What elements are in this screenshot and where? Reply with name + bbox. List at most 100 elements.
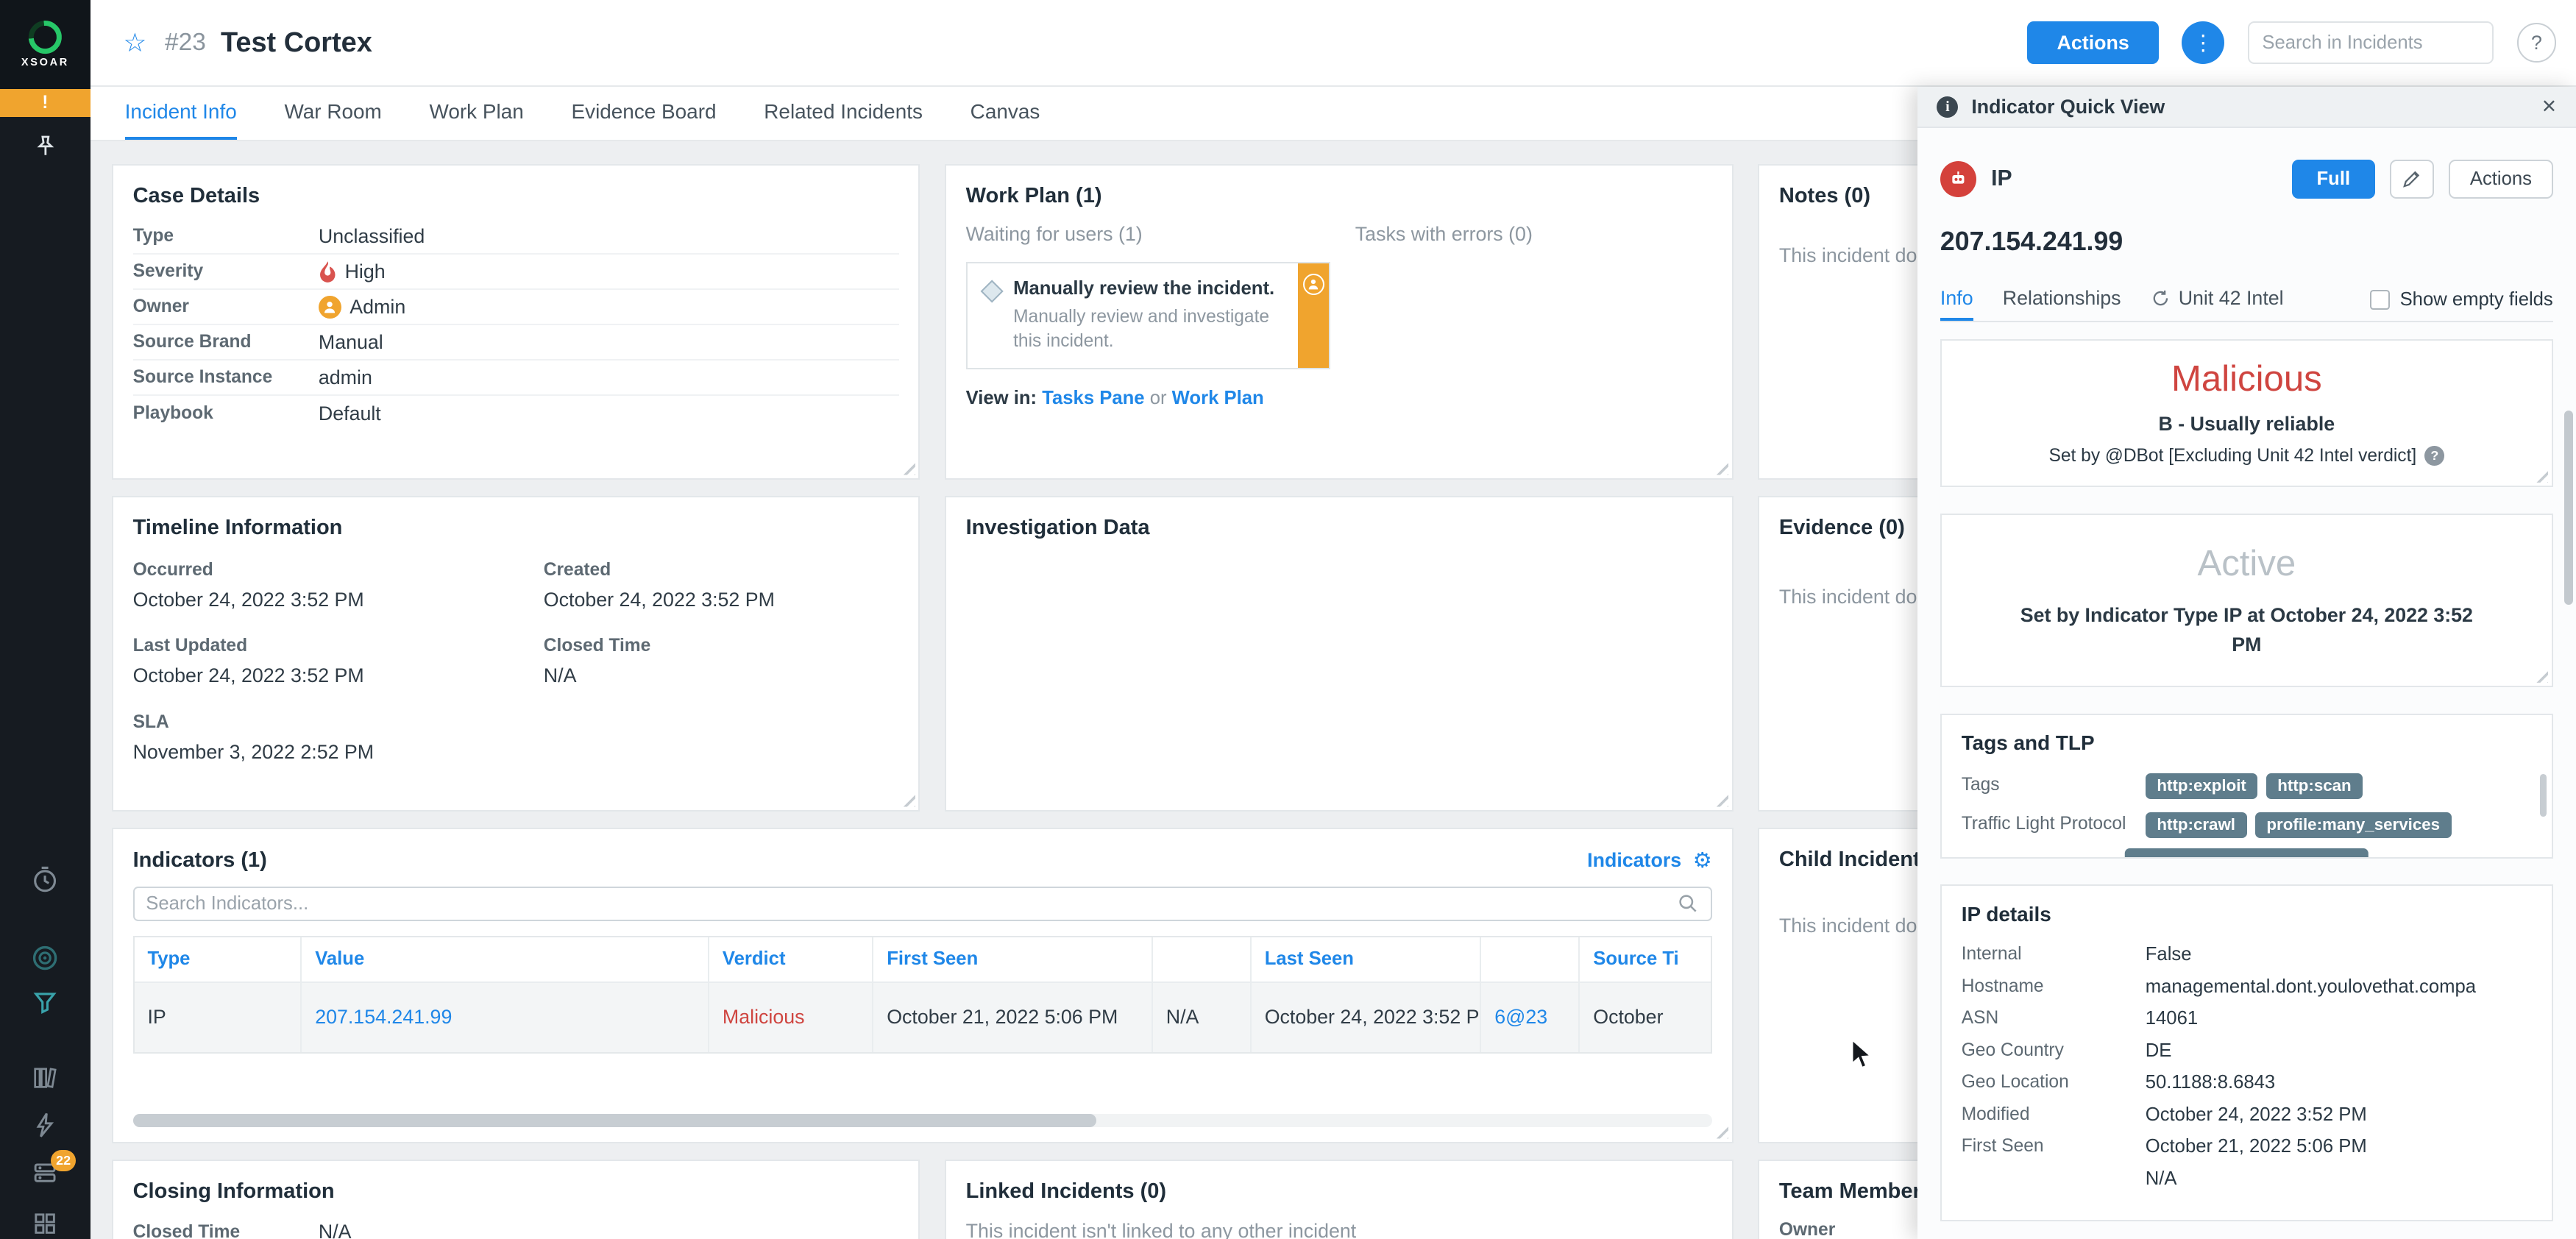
field-label: Hostname: [1961, 976, 2044, 996]
field-label: Severity: [132, 261, 204, 282]
filter-icon[interactable]: [0, 987, 91, 1017]
tab-relationships[interactable]: Relationships: [2003, 278, 2121, 321]
card-title: Case Details: [132, 183, 260, 207]
resize-handle[interactable]: [1711, 1122, 1729, 1139]
resize-handle[interactable]: [1711, 790, 1729, 807]
more-menu-button[interactable]: ⋮: [2182, 21, 2225, 65]
tasks-pane-link[interactable]: Tasks Pane: [1042, 388, 1144, 408]
indicator-actions-button[interactable]: Actions: [2449, 159, 2553, 199]
tags-label: Tags: [1961, 775, 2000, 795]
indicator-value-link: 207.154.241.99: [302, 981, 710, 1052]
field-value: 14061: [2145, 1008, 2199, 1029]
incidents-search-input[interactable]: [2262, 32, 2480, 54]
tab-canvas[interactable]: Canvas: [971, 87, 1040, 140]
field-value: October 24, 2022 3:52 PM: [132, 664, 364, 687]
or-text: or: [1149, 387, 1167, 408]
resize-handle[interactable]: [2532, 666, 2549, 683]
detail-row: Geo Country DE: [1962, 1040, 2532, 1062]
waiting-for-users-label: Waiting for users (1): [965, 222, 1143, 245]
verdict-card: Malicious B - Usually reliable Set by @D…: [1940, 338, 2553, 488]
timeline-field: Created October 24, 2022 3:52 PM: [544, 560, 899, 611]
tag-badge[interactable]: http:crawl: [2145, 812, 2247, 838]
full-button[interactable]: Full: [2292, 159, 2375, 199]
indicators-card: Indicators (1) Indicators ⚙ Type Value V…: [111, 828, 1734, 1143]
panel-scrollbar-thumb[interactable]: [2564, 411, 2573, 605]
help-tooltip-icon[interactable]: ?: [2424, 446, 2445, 466]
resize-handle[interactable]: [898, 458, 915, 475]
column-header-source[interactable]: Source Ti: [1580, 937, 1710, 981]
scrollbar-thumb[interactable]: [132, 1114, 1096, 1127]
xsoar-logo[interactable]: XSOAR: [0, 0, 91, 89]
actions-button[interactable]: Actions: [2027, 21, 2159, 65]
task-card[interactable]: Manually review the incident. Manually r…: [965, 262, 1331, 370]
work-plan-link[interactable]: Work Plan: [1172, 388, 1264, 408]
tlp-label: Traffic Light Protocol: [1961, 813, 2126, 834]
indicator-type-cell: IP: [134, 981, 302, 1052]
alert-banner[interactable]: !: [0, 88, 91, 117]
field-row: Severity High: [132, 255, 899, 291]
column-header-first-seen[interactable]: First Seen: [873, 937, 1153, 981]
tab-incident-info[interactable]: Incident Info: [124, 87, 237, 140]
expiration-cell: N/A: [1152, 981, 1252, 1052]
column-header-value[interactable]: Value: [302, 937, 710, 981]
related-incident-link: 6@23: [1481, 981, 1580, 1052]
column-header-last-seen[interactable]: Last Seen: [1252, 937, 1482, 981]
search-icon: [1679, 894, 1697, 912]
edit-button[interactable]: [2389, 159, 2434, 199]
card-title: Indicators (1): [132, 848, 267, 872]
info-icon: i: [1937, 96, 1959, 118]
timer-icon[interactable]: [0, 865, 91, 894]
table-header-row: Type Value Verdict First Seen Last Seen …: [135, 937, 1711, 981]
tag-badge[interactable]: http:exploit: [2145, 773, 2258, 799]
automation-bolt-icon[interactable]: [0, 1110, 91, 1140]
column-header-verdict[interactable]: Verdict: [709, 937, 874, 981]
case-details-card: Case Details Type Unclassified Severity …: [111, 164, 920, 480]
tab-unit42-intel[interactable]: Unit 42 Intel: [2151, 278, 2284, 321]
field-label: Closed Time: [543, 636, 651, 656]
card-scrollbar-thumb[interactable]: [2540, 774, 2547, 817]
timeline-card: Timeline Information Occurred October 24…: [111, 496, 920, 812]
tab-evidence-board[interactable]: Evidence Board: [572, 87, 717, 140]
close-icon[interactable]: ×: [2542, 94, 2557, 118]
field-value: DE: [2145, 1040, 2172, 1061]
library-icon[interactable]: [0, 1063, 91, 1093]
tag-badge[interactable]: profile:many_services: [2254, 812, 2452, 838]
field-label: Internal: [1961, 944, 2022, 965]
field-value: High: [319, 260, 386, 283]
show-empty-fields-checkbox[interactable]: [2370, 289, 2391, 310]
show-empty-fields-toggle[interactable]: Show empty fields: [2370, 278, 2553, 321]
linked-incidents-card: Linked Incidents (0) This incident isn't…: [944, 1160, 1734, 1239]
servers-icon[interactable]: 22: [0, 1149, 91, 1187]
status-card: Active Set by Indicator Type IP at Octob…: [1940, 514, 2553, 688]
indicators-link[interactable]: Indicators: [1587, 849, 1681, 872]
target-icon[interactable]: [0, 943, 91, 973]
tab-info[interactable]: Info: [1940, 278, 1973, 322]
resize-handle[interactable]: [1711, 458, 1729, 475]
table-row[interactable]: IP 207.154.241.99 Malicious October 21, …: [134, 981, 1711, 1052]
column-header-type[interactable]: Type: [135, 937, 302, 981]
pin-icon[interactable]: [0, 133, 91, 160]
linked-incidents-empty-text: This incident isn't linked to any other …: [965, 1220, 1357, 1239]
resize-handle[interactable]: [2532, 466, 2549, 483]
tab-war-room[interactable]: War Room: [284, 87, 381, 140]
field-value: Manual: [318, 330, 383, 353]
field-value: Default: [318, 402, 381, 425]
field-value: N/A: [318, 1221, 352, 1239]
tag-badge[interactable]: http:scan: [2265, 773, 2363, 799]
resize-handle[interactable]: [898, 790, 915, 807]
indicators-search-input[interactable]: [146, 892, 1678, 915]
field-label: SLA: [132, 711, 169, 732]
card-title: Investigation Data: [965, 515, 1150, 539]
indicator-score-icon: [1940, 160, 1977, 197]
card-title: Linked Incidents (0): [965, 1179, 1167, 1203]
verdict-value: Malicious: [2171, 359, 2322, 400]
grid-icon[interactable]: [0, 1209, 91, 1238]
favorite-star-icon[interactable]: ☆: [123, 28, 146, 58]
field-label: First Seen: [1961, 1136, 2044, 1157]
field-row: Closed Time N/A: [133, 1215, 899, 1239]
tab-related-incidents[interactable]: Related Incidents: [764, 87, 923, 140]
help-button[interactable]: ?: [2516, 23, 2557, 63]
tab-work-plan[interactable]: Work Plan: [430, 87, 524, 140]
gear-icon[interactable]: ⚙: [1693, 848, 1712, 873]
work-plan-card: Work Plan (1) Waiting for users (1) Manu…: [944, 164, 1734, 480]
